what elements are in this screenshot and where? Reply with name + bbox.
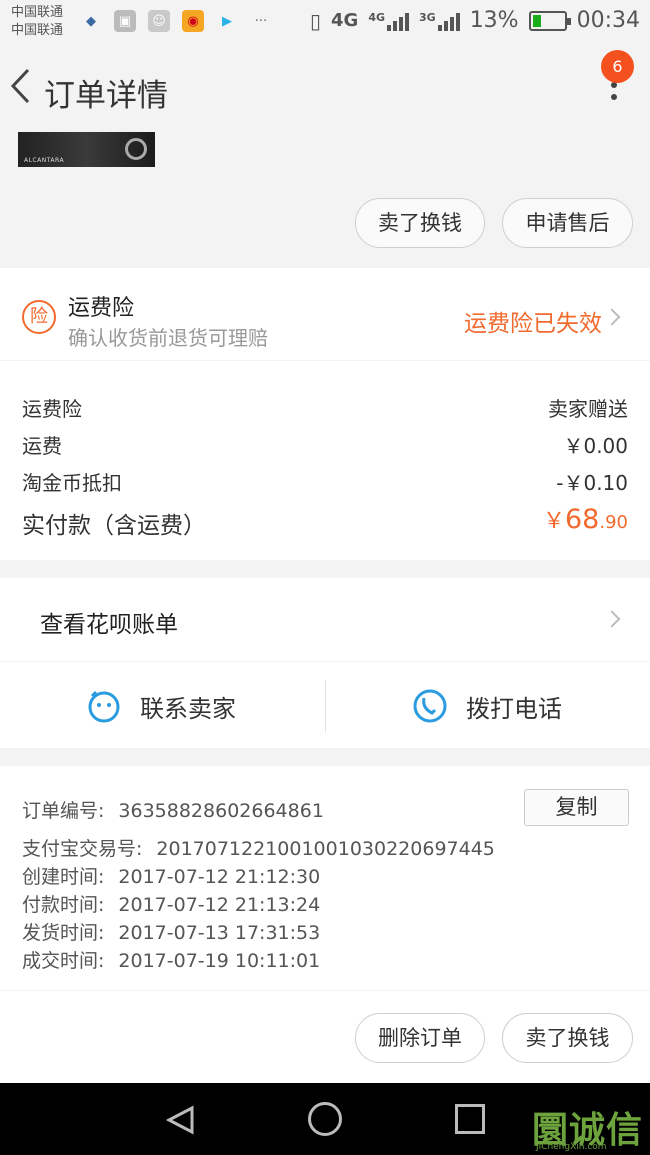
- closed-time: 2017-07-19 10:11:01: [118, 950, 321, 972]
- product-logo: ALCANTARA: [24, 157, 65, 164]
- call-phone-button[interactable]: 拨打电话: [412, 683, 562, 729]
- avatar-icon: ☺: [148, 10, 170, 32]
- created-row: 创建时间: 2017-07-12 21:12:30: [22, 862, 320, 889]
- back-arrow-icon[interactable]: [8, 66, 34, 106]
- page-title: 订单详情: [44, 78, 168, 114]
- call-phone-label: 拨打电话: [466, 694, 562, 723]
- insurance-icon: 险: [22, 300, 56, 334]
- currency-symbol: ￥: [542, 509, 565, 534]
- fee-value: ￥0.00: [563, 434, 628, 458]
- shipped-row: 发货时间: 2017-07-13 17:31:53: [22, 918, 320, 945]
- contact-seller-label: 联系卖家: [140, 694, 236, 723]
- created-label: 创建时间:: [22, 866, 105, 888]
- fee-label: 运费: [22, 434, 62, 458]
- sell-exchange-button[interactable]: 卖了换钱: [355, 198, 485, 248]
- created-time: 2017-07-12 21:12:30: [118, 866, 321, 888]
- nav-recent-icon[interactable]: [455, 1104, 485, 1134]
- system-icons: ▯ 4G 4G 3G 13% 00:34: [310, 8, 640, 33]
- status-bar: 中国联通 中国联通 ◆ ▣ ☺ ◉ ▶ ··· ▯ 4G 4G 3G 13% 0…: [0, 0, 650, 44]
- more-notifications-icon: ···: [254, 13, 268, 29]
- insurance-status: 运费险已失效: [464, 311, 602, 337]
- delete-order-button[interactable]: 删除订单: [355, 1013, 485, 1063]
- insurance-subtitle: 确认收货前退货可理赔: [68, 326, 268, 350]
- phone-icon: [413, 689, 447, 723]
- total-paid-label: 实付款（含运费）: [22, 513, 206, 539]
- huabei-bill-link[interactable]: 查看花呗账单: [40, 605, 178, 639]
- signal-3g-icon: 3G: [419, 11, 460, 31]
- alipay-row: 支付宝交易号: 2017071221001001030220697445: [22, 834, 495, 861]
- fee-label: 淘金币抵扣: [22, 471, 122, 495]
- fee-value: 卖家赠送: [548, 397, 628, 421]
- top-nav: 订单详情 6: [0, 44, 650, 132]
- battery-percent: 13%: [469, 8, 519, 33]
- fee-label: 运费险: [22, 397, 82, 421]
- paid-row: 付款时间: 2017-07-12 21:13:24: [22, 890, 320, 917]
- video-icon: ▶: [222, 13, 232, 29]
- divider: [325, 680, 326, 732]
- clock: 00:34: [576, 8, 640, 33]
- carrier-2: 中国联通: [11, 23, 64, 38]
- gallery-icon: ▣: [114, 10, 136, 32]
- carrier-1: 中国联通: [11, 5, 64, 20]
- network-4g-label: 4G: [331, 10, 359, 31]
- order-number-label: 订单编号:: [22, 800, 105, 822]
- paid-label: 付款时间:: [22, 894, 105, 916]
- shipped-time: 2017-07-13 17:31:53: [118, 922, 321, 944]
- nav-home-icon[interactable]: [308, 1102, 342, 1136]
- amount-integer: 68: [565, 504, 600, 535]
- alipay-number: 2017071221001001030220697445: [156, 838, 495, 860]
- message-badge: 6: [601, 50, 634, 83]
- copy-button[interactable]: 复制: [524, 789, 629, 826]
- sell-exchange-button-bottom[interactable]: 卖了换钱: [502, 1013, 633, 1063]
- weibo-icon: ◉: [182, 10, 204, 32]
- contact-seller-button[interactable]: 联系卖家: [86, 683, 236, 729]
- amount-decimal: .90: [599, 512, 628, 533]
- apply-after-sale-button[interactable]: 申请售后: [502, 198, 633, 248]
- chat-icon: [88, 690, 120, 723]
- vibrate-icon: ▯: [309, 8, 321, 33]
- battery-icon: [528, 10, 571, 31]
- product-image[interactable]: ALCANTARA: [18, 132, 155, 167]
- app-icon: ◆: [86, 13, 96, 29]
- closed-label: 成交时间:: [22, 950, 105, 972]
- insurance-title: 运费险: [68, 296, 135, 321]
- order-number-row: 订单编号: 36358828602664861: [22, 796, 324, 823]
- signal-4g-icon: 4G: [368, 11, 409, 31]
- fee-value: -￥0.10: [556, 471, 628, 495]
- alipay-label: 支付宝交易号:: [22, 838, 143, 860]
- carrier-info: 中国联通 中国联通: [11, 4, 63, 40]
- shipped-label: 发货时间:: [22, 922, 105, 944]
- notification-icons: ◆ ▣ ☺ ◉ ▶ ···: [80, 10, 272, 32]
- nav-back-icon[interactable]: [166, 1105, 196, 1135]
- closed-row: 成交时间: 2017-07-19 10:11:01: [22, 946, 320, 973]
- watermark-url: JiChengXin.com: [536, 1142, 607, 1152]
- total-paid-amount: ￥68.90: [543, 503, 628, 535]
- order-number: 36358828602664861: [118, 800, 324, 822]
- paid-time: 2017-07-12 21:13:24: [118, 894, 321, 916]
